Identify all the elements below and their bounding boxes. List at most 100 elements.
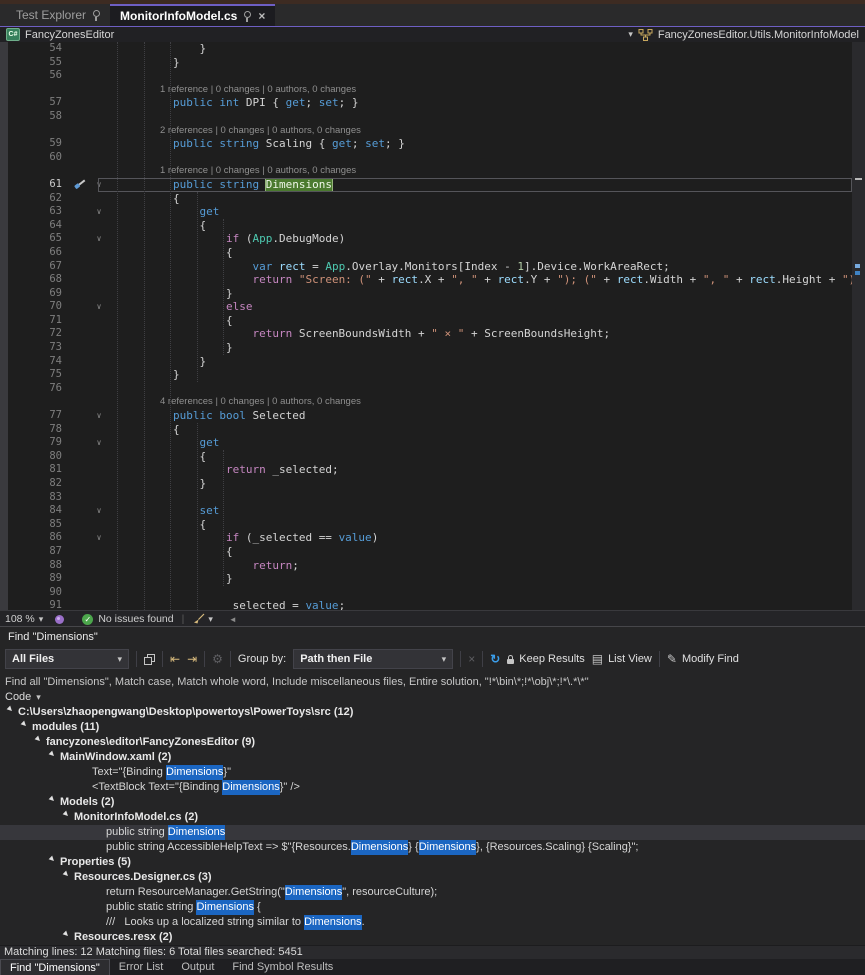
code-line[interactable]: 80 { (0, 450, 852, 464)
code-line[interactable]: 76 (0, 382, 852, 396)
code-token: { (120, 450, 206, 463)
code-token: value (305, 599, 338, 610)
find-result-row[interactable]: Text="{Binding Dimensions}" (0, 765, 865, 780)
symbol-breadcrumb[interactable]: ▾ FancyZonesEditor.Utils.MonitorInfoMode… (628, 29, 859, 41)
modify-find-button[interactable]: Modify Find (682, 653, 739, 665)
feedback-icon[interactable] (55, 615, 64, 624)
find-result-row[interactable]: public string Dimensions (0, 825, 865, 840)
clear-results-button[interactable]: × (468, 653, 475, 665)
find-folder-row[interactable]: ▶fancyzones\editor\FancyZonesEditor (9) (0, 735, 865, 750)
code-line[interactable]: 74 } (0, 355, 852, 369)
find-file-row[interactable]: ▶MainWindow.xaml (2) (0, 750, 865, 765)
find-result-row[interactable]: /// Looks up a localized string similar … (0, 915, 865, 930)
document-tab-monitorinfomodel-cs[interactable]: MonitorInfoModel.cs× (110, 4, 275, 26)
settings-button[interactable]: ⚙ (212, 653, 223, 665)
code-line[interactable]: 86∨ if (_selected == value) (0, 531, 852, 545)
vertical-scrollbar[interactable] (852, 42, 865, 610)
code-line[interactable]: 88 return; (0, 559, 852, 573)
line-number: 84 (8, 504, 69, 518)
code-editor[interactable]: 54 }55 }561 reference | 0 changes | 0 au… (0, 42, 865, 610)
fold-chevron-icon[interactable]: ∨ (91, 205, 107, 219)
find-file-row[interactable]: ▶MonitorInfoModel.cs (2) (0, 810, 865, 825)
find-result-row[interactable]: return ResourceManager.GetString("Dimens… (0, 885, 865, 900)
scroll-left-button[interactable]: ◄ (229, 615, 237, 624)
fold-chevron-icon[interactable]: ∨ (91, 409, 107, 423)
keep-results-toggle[interactable]: Keep Results (519, 653, 584, 665)
panel-tab-output[interactable]: Output (172, 959, 223, 975)
chevron-down-icon[interactable]: ▾ (628, 29, 633, 40)
code-line[interactable]: 78 { (0, 423, 852, 437)
code-line[interactable]: 91 _selected = value; (0, 599, 852, 610)
code-line[interactable]: 69 } (0, 287, 852, 301)
code-line[interactable]: 90 (0, 586, 852, 600)
expand-all-button[interactable]: ⇥ (187, 653, 197, 665)
code-line[interactable]: 85 { (0, 518, 852, 532)
code-line[interactable]: 61∨ public string Dimensions (0, 178, 852, 192)
code-line[interactable]: 54 } (0, 42, 852, 56)
chevron-down-icon[interactable]: ▾ (208, 614, 213, 625)
code-line[interactable]: 66 { (0, 246, 852, 260)
chevron-down-icon: ▾ (36, 690, 41, 704)
fold-chevron-icon[interactable]: ∨ (91, 178, 107, 192)
code-line[interactable]: 82 } (0, 477, 852, 491)
code-line[interactable]: 87 { (0, 545, 852, 559)
find-folder-row[interactable]: ▶Properties (5) (0, 855, 865, 870)
close-icon[interactable]: × (258, 11, 265, 21)
code-line[interactable]: 67 var rect = App.Overlay.Monitors[Index… (0, 260, 852, 274)
document-tab-test-explorer[interactable]: Test Explorer (6, 4, 110, 26)
find-folder-row[interactable]: ▶modules (11) (0, 720, 865, 735)
scope-combobox[interactable]: All Files ▾ (5, 649, 129, 669)
zoom-selector[interactable]: 108 % ▾ (5, 613, 43, 625)
code-line[interactable]: 72 return ScreenBoundsWidth + " × " + Sc… (0, 327, 852, 341)
panel-tab-find-symbol-results[interactable]: Find Symbol Results (223, 959, 342, 975)
find-result-row[interactable]: public string AccessibleHelpText => $"{R… (0, 840, 865, 855)
list-view-toggle[interactable]: List View (608, 653, 652, 665)
panel-tab-find-dimensions[interactable]: Find "Dimensions" (0, 959, 110, 975)
find-folder-row[interactable]: ▶Models (2) (0, 795, 865, 810)
find-file-row[interactable]: ▶Resources.resx (2) (0, 930, 865, 945)
fold-chevron-icon[interactable]: ∨ (91, 531, 107, 545)
code-line[interactable]: 71 { (0, 314, 852, 328)
group-by-combobox[interactable]: Path then File ▾ (293, 649, 453, 669)
code-line[interactable]: 77∨ public bool Selected (0, 409, 852, 423)
pin-icon[interactable] (93, 10, 100, 17)
code-line[interactable]: 56 (0, 69, 852, 83)
code-cleanup-broom-icon[interactable] (192, 613, 205, 625)
code-line[interactable]: 59 public string Scaling { get; set; } (0, 137, 852, 151)
code-line[interactable]: 58 (0, 110, 852, 124)
code-line[interactable]: 65∨ if (App.DebugMode) (0, 232, 852, 246)
issues-status-text[interactable]: No issues found (98, 613, 173, 625)
find-result-row[interactable]: public static string Dimensions { (0, 900, 865, 915)
code-line[interactable]: 75 } (0, 368, 852, 382)
project-breadcrumb[interactable]: C# FancyZonesEditor (6, 28, 114, 41)
panel-tab-error-list[interactable]: Error List (110, 959, 173, 975)
quick-actions-screwdriver-icon[interactable] (74, 179, 86, 190)
code-line[interactable]: 84∨ set (0, 504, 852, 518)
code-line[interactable]: 79∨ get (0, 436, 852, 450)
code-line[interactable]: 89 } (0, 572, 852, 586)
code-line[interactable]: 55 } (0, 56, 852, 70)
code-line[interactable]: 81 return _selected; (0, 463, 852, 477)
code-line[interactable]: 63∨ get (0, 205, 852, 219)
find-file-row[interactable]: ▶Resources.Designer.cs (3) (0, 870, 865, 885)
copy-button[interactable] (144, 654, 155, 665)
code-line[interactable]: 60 (0, 151, 852, 165)
refresh-button[interactable]: ↻ (490, 653, 500, 665)
collapse-all-button[interactable]: ⇤ (170, 653, 180, 665)
fold-chevron-icon[interactable]: ∨ (91, 436, 107, 450)
code-line[interactable]: 57 public int DPI { get; set; } (0, 96, 852, 110)
fold-chevron-icon[interactable]: ∨ (91, 300, 107, 314)
find-folder-row[interactable]: ▶C:\Users\zhaopengwang\Desktop\powertoys… (0, 705, 865, 720)
content-filter-dropdown[interactable]: Code ▾ (0, 690, 865, 704)
fold-chevron-icon[interactable]: ∨ (91, 504, 107, 518)
code-line[interactable]: 70∨ else (0, 300, 852, 314)
fold-chevron-icon[interactable]: ∨ (91, 232, 107, 246)
code-line[interactable]: 68 return "Screen: (" + rect.X + ", " + … (0, 273, 852, 287)
code-line[interactable]: 64 { (0, 219, 852, 233)
chevron-down-icon[interactable]: ▾ (39, 614, 44, 625)
code-line[interactable]: 83 (0, 491, 852, 505)
find-result-row[interactable]: <TextBlock Text="{Binding Dimensions}" /… (0, 780, 865, 795)
code-line[interactable]: 73 } (0, 341, 852, 355)
code-line[interactable]: 62 { (0, 192, 852, 206)
pin-icon[interactable] (244, 11, 251, 18)
